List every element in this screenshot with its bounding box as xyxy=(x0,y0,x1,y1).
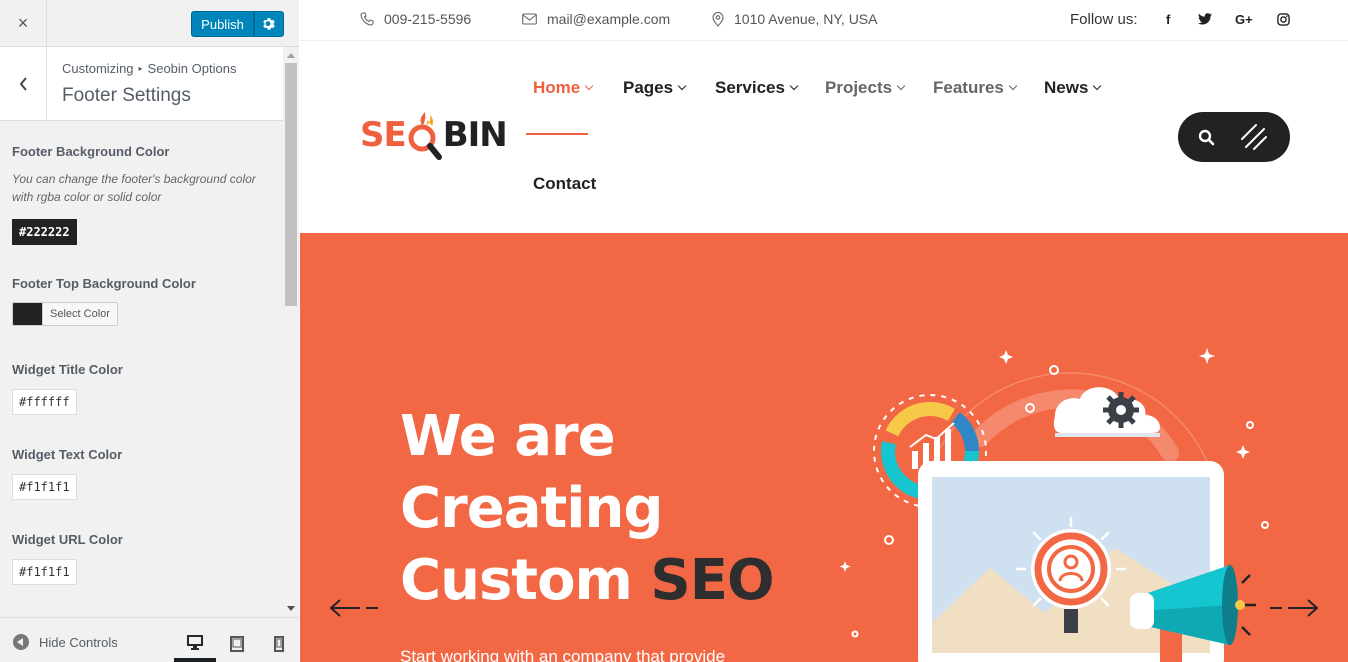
breadcrumb-parent: Seobin Options xyxy=(147,61,237,76)
widget-url-color-label: Widget URL Color xyxy=(12,532,123,547)
header-actions xyxy=(1178,112,1290,162)
google-plus-icon[interactable]: G+ xyxy=(1235,12,1253,27)
select-color-label: Select Color xyxy=(50,308,110,320)
topbar-address: 1010 Avenue, NY, USA xyxy=(712,11,877,27)
active-menu-indicator xyxy=(526,133,588,135)
nav-features-label: Features xyxy=(933,78,1004,97)
nav-news-label: News xyxy=(1044,78,1089,97)
widget-title-color-value[interactable]: #ffffff xyxy=(12,389,77,415)
preview-mobile-button[interactable] xyxy=(258,626,300,662)
nav-home-label: Home xyxy=(533,78,581,97)
slider-prev-arrow-icon[interactable] xyxy=(328,597,382,619)
hero-subtitle: Start working with an company that provi… xyxy=(400,647,726,662)
hide-controls-label: Hide Controls xyxy=(39,634,118,650)
nav-pages[interactable]: Pages xyxy=(623,78,687,98)
chevron-down-icon xyxy=(789,81,799,91)
hero-title-line-3: Custom SEO xyxy=(400,553,775,609)
chevron-down-icon xyxy=(896,81,906,91)
gear-icon xyxy=(263,18,275,30)
breadcrumb-separator: ▸ xyxy=(138,64,143,73)
logo-text-se: SE xyxy=(360,115,407,155)
chevron-down-icon xyxy=(677,81,687,91)
instagram-icon[interactable] xyxy=(1277,13,1290,26)
logo-text-bin: BIN xyxy=(442,115,508,155)
nav-features[interactable]: Features xyxy=(933,78,1018,98)
preview-tablet-button[interactable] xyxy=(216,626,258,662)
hero-title-light: Custom xyxy=(400,548,651,613)
hero-title-seo: SEO xyxy=(650,548,774,613)
tablet-icon xyxy=(230,636,244,652)
envelope-icon xyxy=(522,13,537,25)
desktop-icon xyxy=(187,634,203,650)
widget-url-color-value[interactable]: #f1f1f1 xyxy=(12,559,77,585)
chevron-down-icon xyxy=(1093,81,1102,91)
facebook-icon[interactable]: f xyxy=(1166,12,1170,27)
nav-services[interactable]: Services xyxy=(715,78,799,98)
widget-text-color-label: Widget Text Color xyxy=(12,447,123,462)
customizer-panel: × Publish Customizing ▸ Seobin Options Foo… xyxy=(0,0,299,662)
customizer-footer: Hide Controls xyxy=(0,617,299,662)
phone-icon xyxy=(360,12,374,26)
hero-title-line-1: We are xyxy=(400,404,616,469)
scroll-up-arrow-icon[interactable] xyxy=(287,53,295,58)
offcanvas-menu-icon[interactable] xyxy=(1240,123,1268,151)
topbar-email: mail@example.com xyxy=(522,11,670,27)
footer-bg-color-description: You can change the footer's background c… xyxy=(12,172,256,204)
chevron-left-icon xyxy=(19,77,27,91)
customizer-header: × Publish xyxy=(0,0,299,47)
nav-projects[interactable]: Projects xyxy=(825,78,906,98)
address-text: 1010 Avenue, NY, USA xyxy=(734,11,878,27)
widget-text-color-value[interactable]: #f1f1f1 xyxy=(12,474,77,500)
topbar-phone: 009-215-5596 xyxy=(360,11,471,27)
panel-scrollbar[interactable] xyxy=(283,47,299,617)
section-header: Customizing ▸ Seobin Options Footer Settin… xyxy=(0,47,283,121)
site-preview: 009-215-5596 mail@example.com 1010 Avenu… xyxy=(300,0,1348,662)
footer-top-bg-color-picker[interactable]: Select Color xyxy=(12,302,118,326)
twitter-icon[interactable] xyxy=(1198,13,1212,25)
footer-top-bg-color-label: Footer Top Background Color xyxy=(12,276,196,291)
close-customizer-button[interactable]: × xyxy=(0,0,47,47)
publish-settings-button[interactable] xyxy=(254,11,284,37)
hero-title-line-2: Creating xyxy=(400,476,663,541)
chevron-down-icon xyxy=(1008,81,1018,91)
breadcrumb: Customizing ▸ Seobin Options xyxy=(62,61,236,76)
topbar: 009-215-5596 mail@example.com 1010 Avenu… xyxy=(300,0,1348,41)
color-swatch xyxy=(13,303,43,325)
hero-slider: We are Creating Custom SEO Start working… xyxy=(300,233,1348,662)
collapse-icon xyxy=(13,634,29,650)
scrollbar-thumb[interactable] xyxy=(285,63,297,306)
email-text: mail@example.com xyxy=(547,11,671,27)
nav-pages-label: Pages xyxy=(623,78,674,97)
widget-title-color-label: Widget Title Color xyxy=(12,362,123,377)
footer-bg-color-label: Footer Background Color xyxy=(12,144,170,159)
scroll-down-arrow-icon[interactable] xyxy=(287,606,295,611)
breadcrumb-root: Customizing xyxy=(62,61,134,76)
location-pin-icon xyxy=(712,11,724,27)
back-button[interactable] xyxy=(0,47,47,121)
seo-marketing-illustration xyxy=(839,348,1269,662)
hide-controls-button[interactable]: Hide Controls xyxy=(13,634,118,650)
section-title: Footer Settings xyxy=(62,85,191,106)
magnifier-flame-icon xyxy=(408,112,442,160)
phone-text: 009-215-5596 xyxy=(384,11,472,27)
chevron-down-icon xyxy=(584,81,594,91)
publish-button[interactable]: Publish xyxy=(191,11,254,37)
footer-bg-color-value[interactable]: #222222 xyxy=(12,219,77,245)
nav-home[interactable]: Home xyxy=(533,78,594,98)
nav-news[interactable]: News xyxy=(1044,78,1102,98)
mobile-icon xyxy=(274,636,284,652)
preview-desktop-button[interactable] xyxy=(174,626,216,662)
nav-contact-label: Contact xyxy=(533,174,597,193)
nav-contact[interactable]: Contact xyxy=(533,174,596,194)
site-logo[interactable]: SE BIN xyxy=(360,108,508,162)
follow-us-label: Follow us: xyxy=(1070,11,1138,28)
search-icon[interactable] xyxy=(1198,129,1215,146)
nav-services-label: Services xyxy=(715,78,785,97)
nav-projects-label: Projects xyxy=(825,78,893,97)
